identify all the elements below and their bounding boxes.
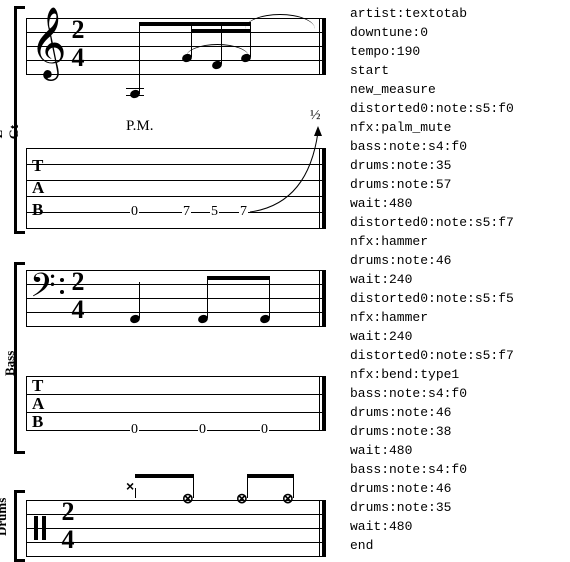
notation-panel: E-Gt 𝄞 2 4 <box>0 0 340 562</box>
cmd-line: drums:note:46 <box>350 479 566 498</box>
drum-x2: ⊗ <box>182 490 194 507</box>
egt-standard-staff: 𝄞 2 4 <box>26 18 326 74</box>
treble-clef-icon: 𝄞 <box>30 8 67 79</box>
cmd-line: distorted0:note:s5:f5 <box>350 289 566 308</box>
egt-tab-a: A <box>32 180 44 195</box>
egt-fret-4: 7 <box>239 204 248 220</box>
cmd-line: bass:note:s4:f0 <box>350 384 566 403</box>
egt-timesig-bot: 4 <box>70 48 86 68</box>
cmd-line: wait:240 <box>350 327 566 346</box>
ebass-tab-t: T <box>32 378 43 393</box>
cmd-line: distorted0:note:s5:f7 <box>350 213 566 232</box>
cmd-line: nfx:hammer <box>350 232 566 251</box>
ebass-tab-a: A <box>32 396 44 411</box>
egt-tab-t: T <box>32 158 43 173</box>
cmd-line: wait:480 <box>350 441 566 460</box>
ebass-timesig-bot: 4 <box>70 300 86 320</box>
command-list: artist:textotab downtune:0 tempo:190 sta… <box>350 4 566 555</box>
ebass-fret-2: 0 <box>198 422 207 438</box>
egt-tab-staff: T A B 0 7 5 7 <box>26 148 326 228</box>
cmd-line: end <box>350 536 566 555</box>
drum-x4: ⊗ <box>282 490 294 507</box>
cmd-line: drums:note:35 <box>350 156 566 175</box>
bass-clef-icon: 𝄢 <box>30 266 56 313</box>
instrument-drums: Drums 2 4 × ⊗ ⊗ ⊗ <box>0 490 340 560</box>
drum-x3: ⊗ <box>236 490 248 507</box>
cmd-line: drums:note:46 <box>350 403 566 422</box>
egt-fret-3: 5 <box>210 204 219 220</box>
bracket-egt <box>14 6 25 234</box>
cmd-line: bass:note:s4:f0 <box>350 460 566 479</box>
percussion-clef-icon <box>34 516 38 540</box>
cmd-line: drums:note:35 <box>350 498 566 517</box>
cmd-line: distorted0:note:s5:f7 <box>350 346 566 365</box>
egt-fret-2: 7 <box>182 204 191 220</box>
cmd-line: start <box>350 61 566 80</box>
egt-timesig-top: 2 <box>70 20 86 40</box>
egt-tab-b: B <box>32 202 43 217</box>
instrument-egt: E-Gt 𝄞 2 4 <box>0 4 340 240</box>
palm-mute-label: P.M. <box>126 118 154 135</box>
cmd-line: bass:note:s4:f0 <box>350 137 566 156</box>
drums-timesig-top: 2 <box>60 502 76 522</box>
egt-fret-1: 0 <box>130 204 139 220</box>
bend-label: ½ <box>310 108 321 124</box>
cmd-line: wait:480 <box>350 194 566 213</box>
cmd-line: distorted0:note:s5:f0 <box>350 99 566 118</box>
cmd-line: nfx:palm_mute <box>350 118 566 137</box>
bracket-drums <box>14 490 25 562</box>
ebass-tab-b: B <box>32 414 43 429</box>
drum-x1: × <box>126 478 134 494</box>
instrument-ebass: E-Bass 𝄢 2 4 <box>0 260 340 460</box>
cmd-line: nfx:hammer <box>350 308 566 327</box>
ebass-timesig-top: 2 <box>70 272 86 292</box>
cmd-line: new_measure <box>350 80 566 99</box>
slur-curve <box>245 14 315 29</box>
cmd-line: drums:note:57 <box>350 175 566 194</box>
cmd-line: wait:240 <box>350 270 566 289</box>
cmd-line: tempo:190 <box>350 42 566 61</box>
bend-arrow-icon <box>248 124 328 216</box>
cmd-line: drums:note:46 <box>350 251 566 270</box>
ebass-fret-1: 0 <box>130 422 139 438</box>
drums-timesig-bot: 4 <box>60 530 76 550</box>
instrument-label-drums: Drums <box>0 520 10 536</box>
cmd-line: wait:480 <box>350 517 566 536</box>
drums-staff: 2 4 × ⊗ ⊗ ⊗ <box>26 500 326 556</box>
cmd-line: nfx:bend:type1 <box>350 365 566 384</box>
cmd-line: drums:note:38 <box>350 422 566 441</box>
cmd-line: downtune:0 <box>350 23 566 42</box>
bracket-ebass <box>14 262 25 454</box>
ebass-tab-staff: T A B 0 0 0 <box>26 376 326 430</box>
cmd-line: artist:textotab <box>350 4 566 23</box>
ebass-fret-3: 0 <box>260 422 269 438</box>
ebass-standard-staff: 𝄢 2 4 <box>26 270 326 326</box>
